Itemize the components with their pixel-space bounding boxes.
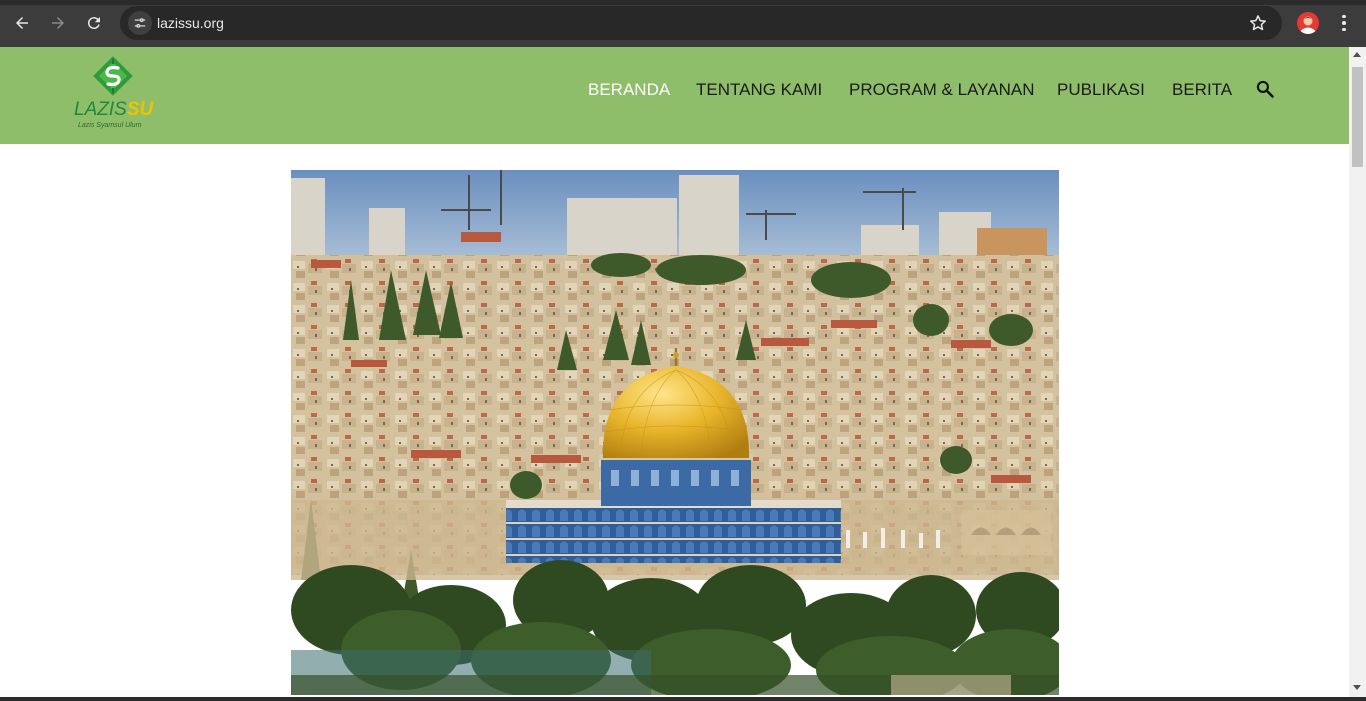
nav-item-publikasi[interactable]: PUBLIKASI bbox=[1057, 80, 1145, 100]
url-text[interactable]: lazissu.org bbox=[157, 15, 224, 31]
scrollbar-thumb[interactable] bbox=[1352, 67, 1363, 167]
tune-icon bbox=[134, 18, 146, 28]
profile-avatar-icon bbox=[1297, 12, 1319, 34]
star-icon[interactable] bbox=[1248, 13, 1268, 33]
tab-strip-edge bbox=[0, 0, 1366, 5]
arrow-left-icon bbox=[16, 17, 28, 29]
nav-item-program-layanan[interactable]: PROGRAM & LAYANAN bbox=[849, 80, 1034, 100]
reload-icon bbox=[87, 17, 100, 30]
forward-button[interactable] bbox=[46, 11, 70, 35]
browser-menu-button[interactable] bbox=[1334, 12, 1354, 34]
hero-image bbox=[291, 170, 1059, 695]
logo-tagline: Lazis Syamsul Ulum bbox=[78, 122, 142, 129]
site-header: LAZISSU Lazis Syamsul Ulum BERANDA TENTA… bbox=[0, 47, 1349, 144]
page-viewport: LAZISSU Lazis Syamsul Ulum BERANDA TENTA… bbox=[0, 47, 1349, 697]
window-bottom-edge bbox=[0, 697, 1366, 701]
scroll-down-arrow-icon[interactable] bbox=[1353, 685, 1361, 690]
nav-item-berita[interactable]: BERITA bbox=[1172, 80, 1232, 100]
vertical-scrollbar[interactable] bbox=[1349, 47, 1366, 697]
logo-wordmark: LAZISSU bbox=[74, 99, 154, 120]
address-bar[interactable]: lazissu.org bbox=[120, 6, 1282, 40]
profile-avatar[interactable] bbox=[1297, 12, 1319, 34]
back-button[interactable] bbox=[10, 11, 34, 35]
arrow-right-icon bbox=[52, 17, 64, 29]
nav-item-tentang-kami[interactable]: TENTANG KAMI bbox=[696, 80, 822, 100]
dome-of-the-rock-image bbox=[291, 170, 1059, 695]
search-icon[interactable] bbox=[1255, 79, 1275, 99]
site-info-button[interactable] bbox=[128, 11, 152, 35]
site-logo[interactable]: LAZISSU Lazis Syamsul Ulum bbox=[72, 51, 156, 131]
logo-mark-icon bbox=[93, 56, 133, 96]
kebab-icon bbox=[1342, 14, 1346, 19]
browser-toolbar: lazissu.org bbox=[0, 0, 1366, 47]
reload-button[interactable] bbox=[82, 11, 106, 35]
scroll-up-arrow-icon[interactable] bbox=[1353, 52, 1361, 57]
nav-item-beranda[interactable]: BERANDA bbox=[588, 80, 670, 100]
